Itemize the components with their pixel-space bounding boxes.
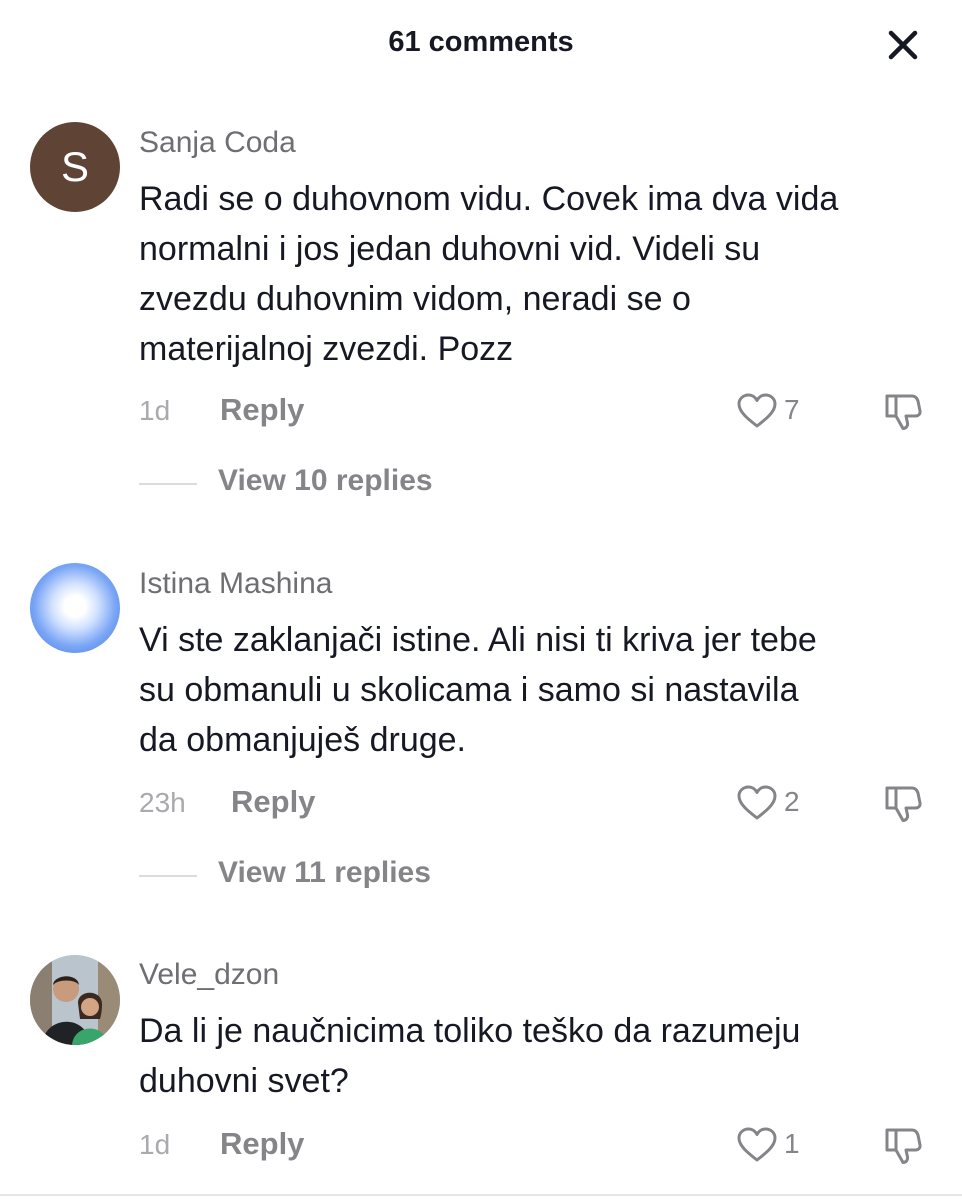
like-button[interactable]: 2 bbox=[736, 784, 816, 824]
thumbs-down-icon bbox=[885, 786, 922, 822]
reply-button[interactable]: Reply bbox=[220, 1126, 304, 1162]
replies-divider-line bbox=[139, 483, 197, 485]
avatar-initial: S bbox=[60, 143, 89, 190]
dislike-button[interactable] bbox=[882, 782, 924, 824]
comment-username[interactable]: Istina Mashina bbox=[139, 567, 332, 601]
comment-text: Radi se o duhovnom vidu. Covek ima dva v… bbox=[139, 174, 939, 374]
comments-sheet: 61 comments S Sanja Coda Radi se o duhov… bbox=[0, 0, 962, 1200]
dislike-button[interactable] bbox=[882, 390, 924, 432]
avatar[interactable] bbox=[30, 563, 120, 653]
like-button[interactable]: 1 bbox=[736, 1126, 816, 1166]
like-count: 2 bbox=[784, 786, 800, 817]
dislike-button[interactable] bbox=[882, 1124, 924, 1166]
comment-timestamp: 1d bbox=[139, 1129, 171, 1160]
like-button[interactable]: 7 bbox=[736, 392, 816, 432]
close-button[interactable] bbox=[880, 22, 926, 68]
comment-text-line: su obmanuli u skolicama i samo si nastav… bbox=[139, 671, 799, 709]
comment-text: Vi ste zaklanjači istine. Ali nisi ti kr… bbox=[139, 615, 939, 765]
bottom-divider bbox=[0, 1194, 962, 1196]
comment-text-line: zvezdu duhovnim vidom, neradi se o bbox=[139, 280, 691, 318]
comments-count-title: 61 comments bbox=[388, 26, 574, 58]
heart-outline-icon bbox=[737, 393, 777, 428]
reply-button[interactable]: Reply bbox=[220, 392, 304, 428]
comment-timestamp: 1d bbox=[139, 395, 171, 426]
comment-username[interactable]: Sanja Coda bbox=[139, 126, 296, 160]
avatar-photo-image bbox=[30, 955, 120, 1045]
comments-header: 61 comments bbox=[0, 0, 962, 90]
heart-outline-icon bbox=[737, 1127, 777, 1162]
view-replies-button[interactable]: View 11 replies bbox=[139, 856, 479, 896]
comment-text-line: duhovni svet? bbox=[139, 1062, 349, 1100]
reply-button[interactable]: Reply bbox=[231, 784, 315, 820]
thumbs-down-icon bbox=[885, 394, 922, 430]
replies-divider-line bbox=[139, 875, 197, 877]
comment-text: Da li je naučnicima toliko teško da razu… bbox=[139, 1006, 939, 1106]
view-replies-label: View 10 replies bbox=[218, 464, 433, 497]
comment-text-line: Radi se o duhovnom vidu. Covek ima dva v… bbox=[139, 180, 839, 218]
view-replies-button[interactable]: View 10 replies bbox=[139, 464, 479, 504]
avatar[interactable] bbox=[30, 955, 120, 1045]
comment-text-line: da obmanjuješ druge. bbox=[139, 721, 467, 759]
like-count: 1 bbox=[784, 1128, 800, 1159]
avatar[interactable]: S bbox=[30, 122, 120, 212]
comment-text-line: Da li je naučnicima toliko teško da razu… bbox=[139, 1012, 801, 1050]
close-icon bbox=[888, 30, 918, 60]
heart-outline-icon bbox=[737, 785, 777, 820]
comment-text-line: Vi ste zaklanjači istine. Ali nisi ti kr… bbox=[139, 621, 817, 659]
thumbs-down-icon bbox=[885, 1128, 922, 1164]
comment-text-line: materijalnoj zvezdi. Pozz bbox=[139, 330, 514, 368]
like-count: 7 bbox=[784, 394, 800, 425]
view-replies-label: View 11 replies bbox=[218, 856, 431, 889]
comment-text-line: normalni i jos jedan duhovni vid. Videli… bbox=[139, 230, 761, 268]
comment-username[interactable]: Vele_dzon bbox=[139, 958, 279, 992]
comment-timestamp: 23h bbox=[139, 787, 186, 818]
